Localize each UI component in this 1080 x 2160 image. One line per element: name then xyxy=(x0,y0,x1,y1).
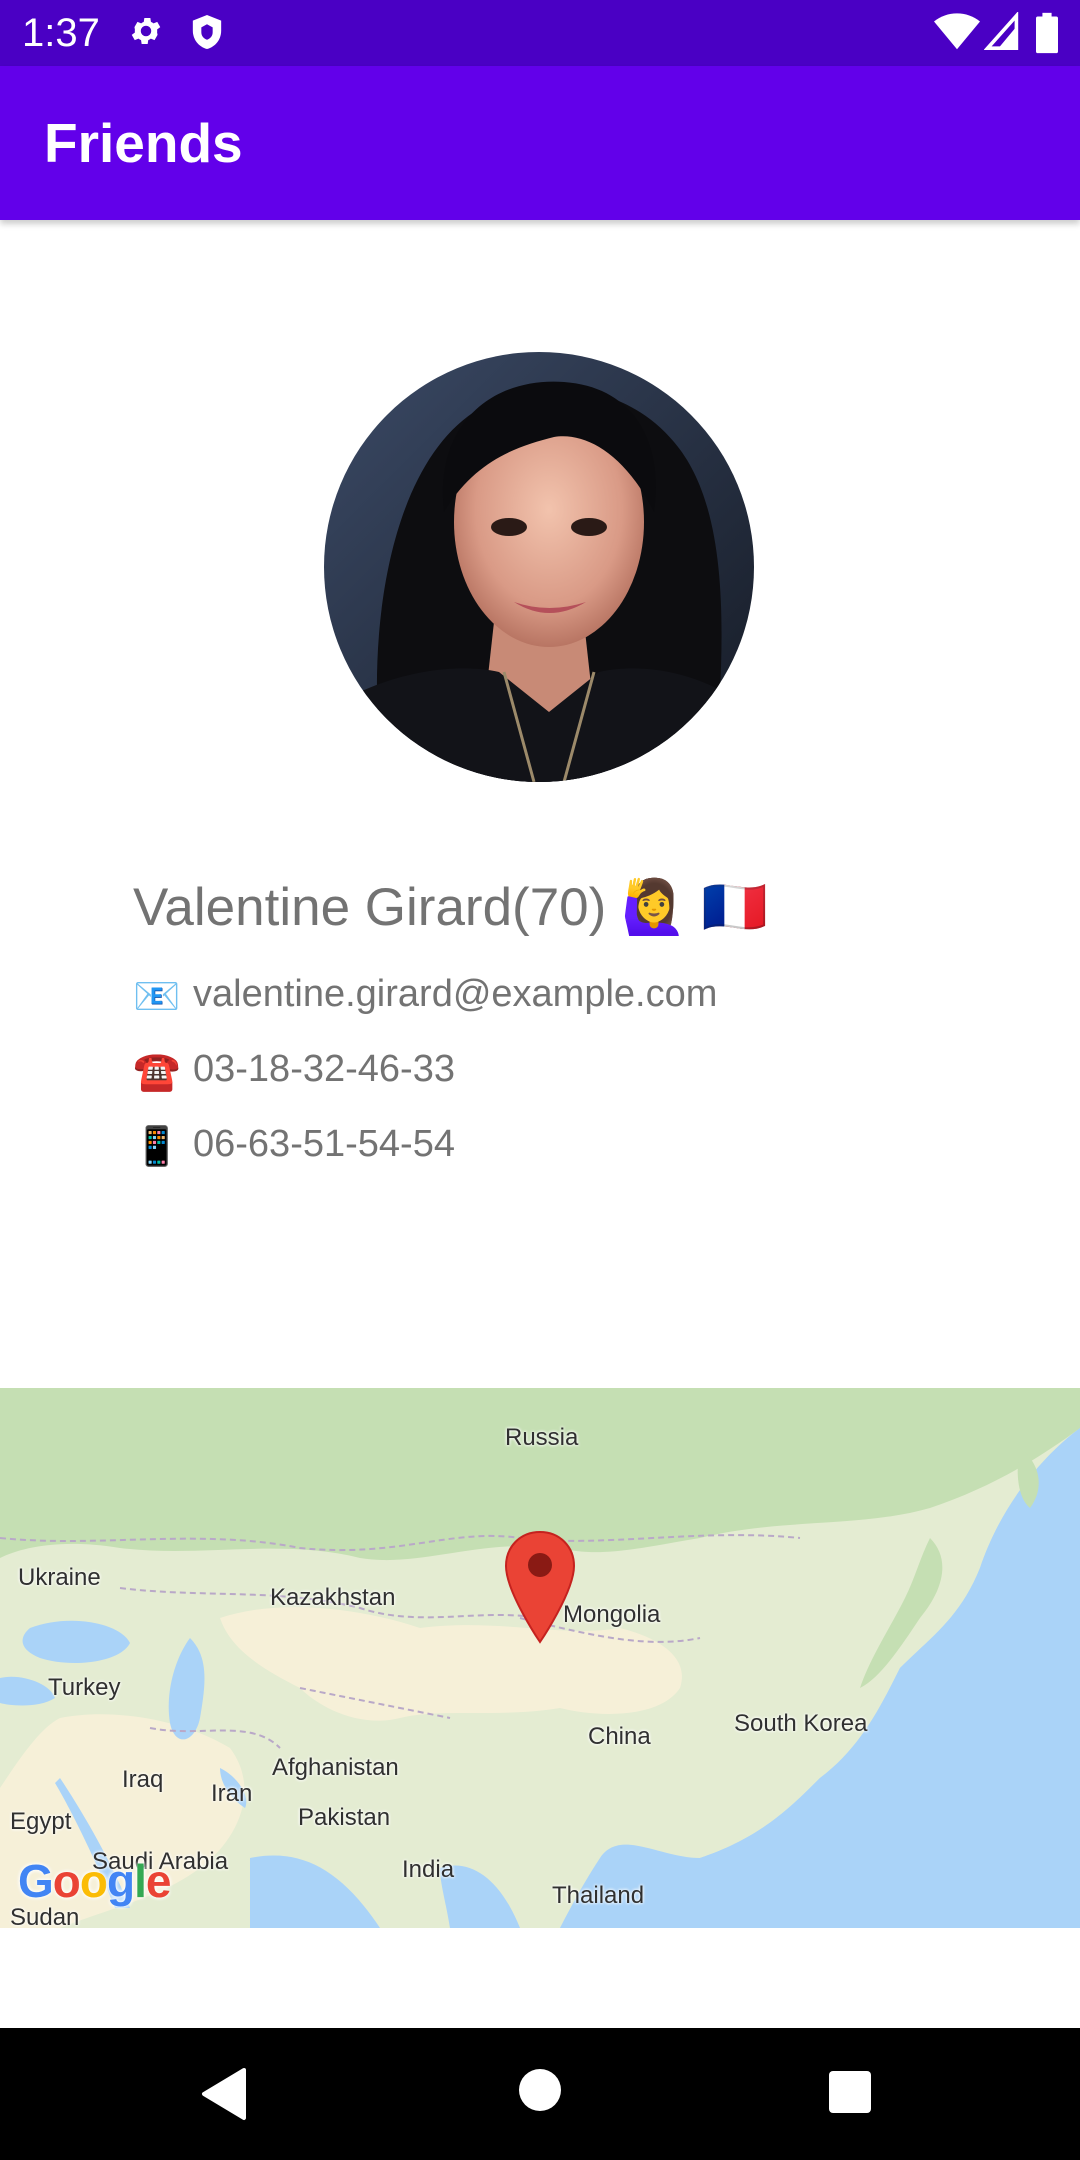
map-label-iran: Iran xyxy=(211,1780,253,1807)
app-bar: Friends xyxy=(0,66,1080,220)
cellular-signal-icon xyxy=(983,11,1020,57)
gear-icon xyxy=(128,13,164,54)
map-label-mongolia: Mongolia xyxy=(563,1601,661,1628)
back-icon[interactable] xyxy=(200,2066,248,2127)
wifi-icon xyxy=(934,12,980,57)
france-flag-emoji: 🇫🇷 xyxy=(701,877,768,938)
phone-text: 03-18-32-46-33 xyxy=(193,1048,455,1090)
avatar xyxy=(324,352,754,782)
friend-name-row: Valentine Girard(70) 🙋‍♀️ 🇫🇷 xyxy=(133,870,768,946)
home-icon[interactable] xyxy=(518,2068,562,2117)
status-time: 1:37 xyxy=(22,11,100,55)
map-label-india: India xyxy=(402,1856,455,1883)
friend-name: Valentine Girard(70) xyxy=(133,878,607,937)
map-label-south-korea: South Korea xyxy=(734,1710,868,1737)
map-label-iraq: Iraq xyxy=(122,1766,164,1793)
shield-icon xyxy=(190,13,224,56)
map-label-afghanistan: Afghanistan xyxy=(272,1754,399,1781)
map-label-thailand: Thailand xyxy=(552,1882,645,1909)
map-label-pakistan: Pakistan xyxy=(298,1804,391,1831)
email-icon: 📧 xyxy=(133,973,181,1018)
email-row[interactable]: 📧 valentine.girard@example.com xyxy=(133,970,717,1020)
map-label-egypt: Egypt xyxy=(10,1808,72,1835)
google-logo: Google xyxy=(18,1855,171,1907)
page-title: Friends xyxy=(44,112,243,174)
map-label-kazakhstan: Kazakhstan xyxy=(270,1584,396,1611)
map-label-china: China xyxy=(588,1723,651,1750)
screen: 1:37 xyxy=(0,0,1080,2160)
map-label-ukraine: Ukraine xyxy=(18,1564,101,1591)
raising-hand-emoji: 🙋‍♀️ xyxy=(621,877,688,938)
navigation-bar xyxy=(0,2028,1080,2160)
map-view[interactable]: Russia Ukraine Kazakhstan Mongolia Turke… xyxy=(0,1388,1080,1928)
map-label-turkey: Turkey xyxy=(48,1674,121,1701)
telephone-icon: ☎️ xyxy=(133,1048,181,1093)
recents-icon[interactable] xyxy=(828,2070,872,2119)
mobile-phone-icon: 📱 xyxy=(133,1123,181,1168)
map-pin-icon[interactable] xyxy=(504,1530,576,1649)
map-label-russia: Russia xyxy=(505,1424,579,1451)
email-text: valentine.girard@example.com xyxy=(193,973,718,1015)
phone-row[interactable]: ☎️ 03-18-32-46-33 xyxy=(133,1045,455,1095)
status-bar: 1:37 xyxy=(0,0,1080,66)
battery-icon xyxy=(1036,12,1058,59)
map-terrain xyxy=(0,1388,1080,1928)
cell-text: 06-63-51-54-54 xyxy=(193,1123,455,1165)
cell-row[interactable]: 📱 06-63-51-54-54 xyxy=(133,1120,455,1170)
